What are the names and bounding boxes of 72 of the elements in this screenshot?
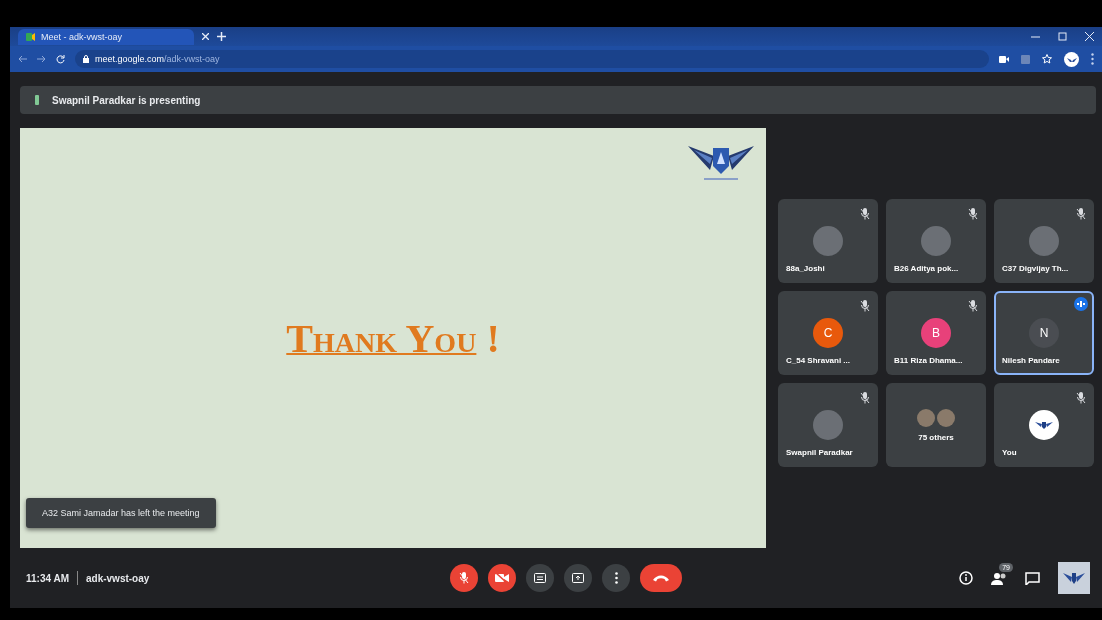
avatar-initial: C <box>813 318 843 348</box>
participant-name: B11 Riza Dhama... <box>894 356 963 365</box>
close-tab-icon[interactable] <box>202 33 209 40</box>
participant-name: 88a_Joshi <box>786 264 825 273</box>
notification-toast: A32 Sami Jamadar has left the meeting <box>26 498 216 528</box>
presentation-icon <box>34 95 40 105</box>
participants-button[interactable] <box>991 571 1007 585</box>
slide-title: Thank You <box>286 314 477 362</box>
mic-off-icon <box>860 300 870 312</box>
participant-tile[interactable]: C37 Digvijay Th... <box>994 199 1094 283</box>
participant-tile[interactable]: Swapnil Paradkar <box>778 383 878 467</box>
info-icon[interactable] <box>959 571 973 585</box>
new-tab-icon[interactable] <box>217 32 226 41</box>
exclamation-mark: ! <box>486 314 500 362</box>
participant-name: Nilesh Pandare <box>1002 356 1060 365</box>
captions-icon <box>534 573 546 583</box>
mic-off-icon <box>860 208 870 220</box>
more-options-button[interactable] <box>602 564 630 592</box>
restore-icon[interactable] <box>1058 32 1067 41</box>
end-call-button[interactable] <box>640 564 682 592</box>
close-icon[interactable] <box>1085 32 1094 41</box>
more-icon <box>614 572 618 584</box>
avatar-stack <box>917 408 955 427</box>
browser-tab[interactable]: Meet - adk-vwst-oay <box>18 28 194 45</box>
self-view-thumbnail <box>1058 562 1090 594</box>
camera-indicator-icon[interactable] <box>999 55 1009 63</box>
present-icon <box>572 573 584 583</box>
presenting-text: Swapnil Paradkar is presenting <box>52 94 201 106</box>
profile-avatar-icon[interactable] <box>1064 51 1079 67</box>
meeting-code: adk-vwst-oay <box>86 572 150 584</box>
camera-button[interactable] <box>488 564 516 592</box>
mic-off-icon <box>968 300 978 312</box>
address-bar[interactable]: meet.google.com/adk-vwst-oay <box>75 50 989 68</box>
avatar-photo-placeholder <box>813 226 843 256</box>
avatar-initial: B <box>921 318 951 348</box>
participant-name: Swapnil Paradkar <box>786 448 853 457</box>
mic-icon <box>459 572 469 584</box>
star-icon[interactable] <box>1042 54 1052 64</box>
clock-time: 11:34 AM <box>26 572 69 584</box>
phone-icon <box>652 574 670 582</box>
participant-tile[interactable]: You <box>994 383 1094 467</box>
present-button[interactable] <box>564 564 592 592</box>
speaking-icon <box>1074 297 1088 311</box>
back-icon[interactable] <box>18 55 27 63</box>
chat-icon[interactable] <box>1025 571 1040 585</box>
avatar-logo <box>1029 410 1059 440</box>
camera-off-icon <box>495 573 509 583</box>
participant-tile[interactable]: 88a_Joshi <box>778 199 878 283</box>
participant-tile[interactable]: B26 Aditya pok... <box>886 199 986 283</box>
avatar-initial: N <box>1029 318 1059 348</box>
participant-tile[interactable]: N Nilesh Pandare <box>994 291 1094 375</box>
mic-off-icon <box>1076 392 1086 404</box>
participant-tile[interactable]: 75 others <box>886 383 986 467</box>
reload-icon[interactable] <box>56 54 65 64</box>
participant-name: C37 Digvijay Th... <box>1002 264 1069 273</box>
avatar-photo-placeholder <box>921 226 951 256</box>
participant-name: B26 Aditya pok... <box>894 264 959 273</box>
participant-name: 75 others <box>918 432 954 442</box>
captions-button[interactable] <box>526 564 554 592</box>
participant-tile[interactable]: B B11 Riza Dhama... <box>886 291 986 375</box>
forward-icon[interactable] <box>37 55 46 63</box>
avatar-photo-placeholder <box>813 410 843 440</box>
mic-off-icon <box>1076 208 1086 220</box>
avatar-photo-placeholder <box>1029 226 1059 256</box>
participant-name: You <box>1002 448 1017 457</box>
browser-menu-icon[interactable] <box>1091 53 1094 65</box>
mic-off-icon <box>968 208 978 220</box>
participant-tile[interactable]: C C_54 Shravani ... <box>778 291 878 375</box>
video-camera-icon <box>26 32 35 41</box>
microphone-button[interactable] <box>450 564 478 592</box>
participant-name: C_54 Shravani ... <box>786 356 851 365</box>
mic-off-icon <box>860 392 870 404</box>
